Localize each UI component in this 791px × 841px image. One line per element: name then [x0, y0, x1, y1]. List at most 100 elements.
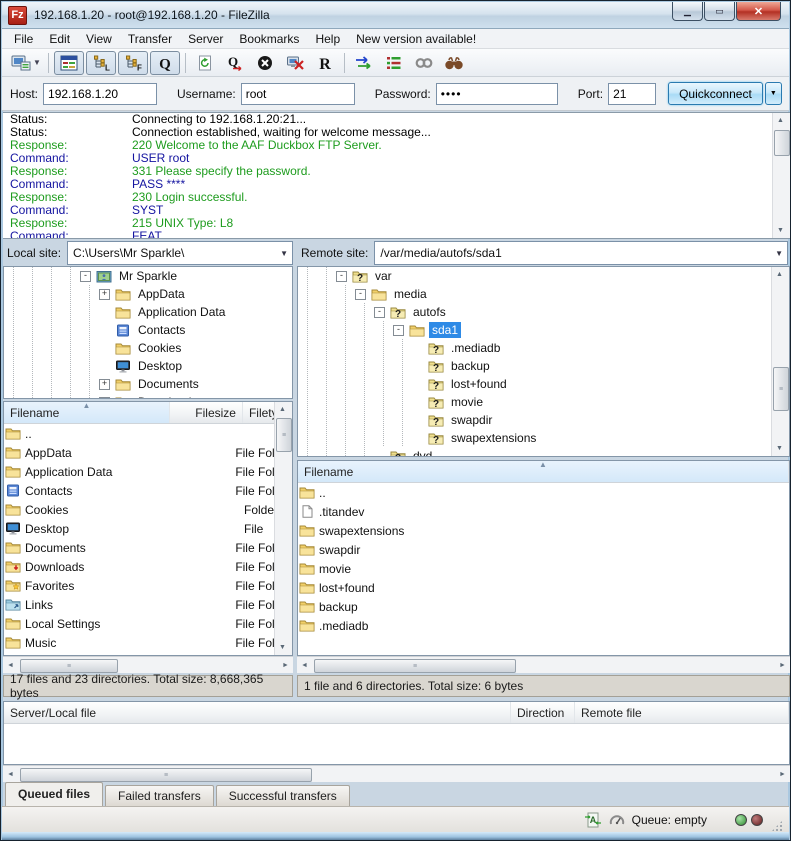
- file-row[interactable]: .titandev: [298, 502, 789, 521]
- expand-icon[interactable]: +: [99, 379, 110, 390]
- close-button[interactable]: ✕: [736, 2, 781, 21]
- resize-grip[interactable]: [771, 820, 783, 832]
- menu-item-bookmarks[interactable]: Bookmarks: [231, 30, 307, 48]
- tree-item[interactable]: Desktop: [4, 357, 292, 375]
- toggle-message-log-button[interactable]: [54, 51, 84, 75]
- tree-item[interactable]: -?var: [298, 267, 789, 285]
- tree-item[interactable]: ?backup: [298, 357, 789, 375]
- column-header-filesize[interactable]: Filesize: [170, 402, 243, 423]
- column-header-remote-file[interactable]: Remote file: [575, 702, 789, 723]
- remote-site-combo[interactable]: /var/media/autofs/sda1 ▼: [374, 241, 788, 265]
- tree-item[interactable]: -Mr Sparkle: [4, 267, 292, 285]
- toggle-transfer-queue-button[interactable]: Q: [150, 51, 180, 75]
- file-row[interactable]: DesktopFile: [4, 519, 292, 538]
- scrollbar-thumb[interactable]: ≡: [314, 659, 516, 673]
- scrollbar-thumb[interactable]: [774, 130, 790, 156]
- tree-item[interactable]: Cookies: [4, 339, 292, 357]
- scrollbar-thumb[interactable]: ≡: [20, 659, 118, 673]
- password-input[interactable]: [436, 83, 558, 105]
- collapse-icon[interactable]: -: [336, 271, 347, 282]
- remote-tree-scrollbar[interactable]: ▲ ≡ ▼: [771, 267, 789, 456]
- host-input[interactable]: [43, 83, 157, 105]
- file-row[interactable]: ..: [298, 483, 789, 502]
- collapse-icon[interactable]: -: [393, 325, 404, 336]
- file-row[interactable]: DocumentsFile Folder: [4, 538, 292, 557]
- menu-item-view[interactable]: View: [78, 30, 120, 48]
- file-row[interactable]: AppDataFile Folder: [4, 443, 292, 462]
- message-log-scrollbar[interactable]: ▲ ▼: [772, 113, 790, 238]
- tab-failed-transfers[interactable]: Failed transfers: [105, 785, 214, 806]
- file-row[interactable]: FavoritesFile Folder: [4, 576, 292, 595]
- tree-item[interactable]: -?autofs: [298, 303, 789, 321]
- expand-icon[interactable]: +: [99, 289, 110, 300]
- scrollbar-thumb[interactable]: ≡: [773, 367, 789, 411]
- find-files-button[interactable]: [440, 52, 468, 74]
- chevron-down-icon[interactable]: ▼: [775, 249, 783, 258]
- scroll-left-icon[interactable]: ◄: [3, 767, 18, 782]
- file-row[interactable]: Application DataFile Folder: [4, 462, 292, 481]
- scroll-left-icon[interactable]: ◄: [3, 658, 18, 673]
- file-row[interactable]: swapextensions: [298, 521, 789, 540]
- menu-item-edit[interactable]: Edit: [41, 30, 78, 48]
- file-row[interactable]: backup: [298, 597, 789, 616]
- file-row[interactable]: movie: [298, 559, 789, 578]
- file-row[interactable]: ContactsFile Folder: [4, 481, 292, 500]
- quickconnect-dropdown-button[interactable]: ▼: [765, 82, 782, 105]
- chevron-down-icon[interactable]: ▼: [280, 249, 288, 258]
- file-row[interactable]: ..: [4, 424, 292, 443]
- cancel-operation-button[interactable]: [251, 52, 279, 74]
- file-row[interactable]: .mediadb: [298, 616, 789, 635]
- scroll-right-icon[interactable]: ►: [775, 658, 790, 673]
- tree-item[interactable]: -media: [298, 285, 789, 303]
- local-list-hscrollbar[interactable]: ◄ ≡ ►: [3, 656, 293, 673]
- toggle-local-treeview-button[interactable]: L: [86, 51, 116, 75]
- tree-item[interactable]: Contacts: [4, 321, 292, 339]
- remote-list-hscrollbar[interactable]: ◄ ≡ ►: [297, 656, 790, 673]
- column-header-filename[interactable]: ▲Filename: [4, 402, 170, 423]
- username-input[interactable]: [241, 83, 355, 105]
- scroll-up-icon[interactable]: ▲: [275, 402, 290, 417]
- tree-item[interactable]: ?swapdir: [298, 411, 789, 429]
- port-input[interactable]: [608, 83, 656, 105]
- disconnect-button[interactable]: [281, 52, 309, 74]
- tree-item[interactable]: -sda1: [298, 321, 789, 339]
- file-row[interactable]: MusicFile Folder: [4, 633, 292, 652]
- scroll-up-icon[interactable]: ▲: [773, 113, 788, 128]
- local-list-scrollbar[interactable]: ▲ ≡ ▼: [274, 402, 292, 655]
- scrollbar-thumb[interactable]: ≡: [276, 418, 292, 452]
- scroll-right-icon[interactable]: ►: [775, 767, 790, 782]
- minimize-button[interactable]: ▁: [672, 2, 703, 21]
- collapse-icon[interactable]: -: [374, 307, 385, 318]
- process-queue-button[interactable]: Q: [221, 52, 249, 74]
- scroll-down-icon[interactable]: ▼: [773, 223, 788, 238]
- file-row[interactable]: Local SettingsFile Folder: [4, 614, 292, 633]
- scroll-left-icon[interactable]: ◄: [297, 658, 312, 673]
- menu-item-help[interactable]: Help: [307, 30, 348, 48]
- collapse-icon[interactable]: -: [355, 289, 366, 300]
- tree-item[interactable]: ?dvd: [298, 447, 789, 457]
- collapse-icon[interactable]: -: [80, 271, 91, 282]
- local-site-combo[interactable]: C:\Users\Mr Sparkle\ ▼: [67, 241, 293, 265]
- column-header-direction[interactable]: Direction: [511, 702, 575, 723]
- scroll-up-icon[interactable]: ▲: [772, 267, 787, 282]
- scroll-down-icon[interactable]: ▼: [275, 640, 290, 655]
- queue-hscrollbar[interactable]: ◄ ≡ ►: [3, 765, 790, 782]
- tab-successful-transfers[interactable]: Successful transfers: [216, 785, 350, 806]
- file-row[interactable]: swapdir: [298, 540, 789, 559]
- maximize-button[interactable]: ▭: [704, 2, 735, 21]
- scrollbar-thumb[interactable]: ≡: [20, 768, 312, 782]
- menu-item-file[interactable]: File: [6, 30, 41, 48]
- menu-item-transfer[interactable]: Transfer: [120, 30, 180, 48]
- toggle-remote-treeview-button[interactable]: F: [118, 51, 148, 75]
- tree-item[interactable]: Application Data: [4, 303, 292, 321]
- directory-listing-filters-button[interactable]: [380, 52, 408, 74]
- site-manager-button[interactable]: ▼: [9, 52, 43, 74]
- tree-item[interactable]: +Downloads: [4, 393, 292, 399]
- tree-item[interactable]: ?swapextensions: [298, 429, 789, 447]
- file-row[interactable]: lost+found: [298, 578, 789, 597]
- directory-comparison-button[interactable]: [350, 52, 378, 74]
- tree-item[interactable]: +AppData: [4, 285, 292, 303]
- scroll-right-icon[interactable]: ►: [278, 658, 293, 673]
- refresh-button[interactable]: [191, 52, 219, 74]
- file-row[interactable]: CookiesFolder: [4, 500, 292, 519]
